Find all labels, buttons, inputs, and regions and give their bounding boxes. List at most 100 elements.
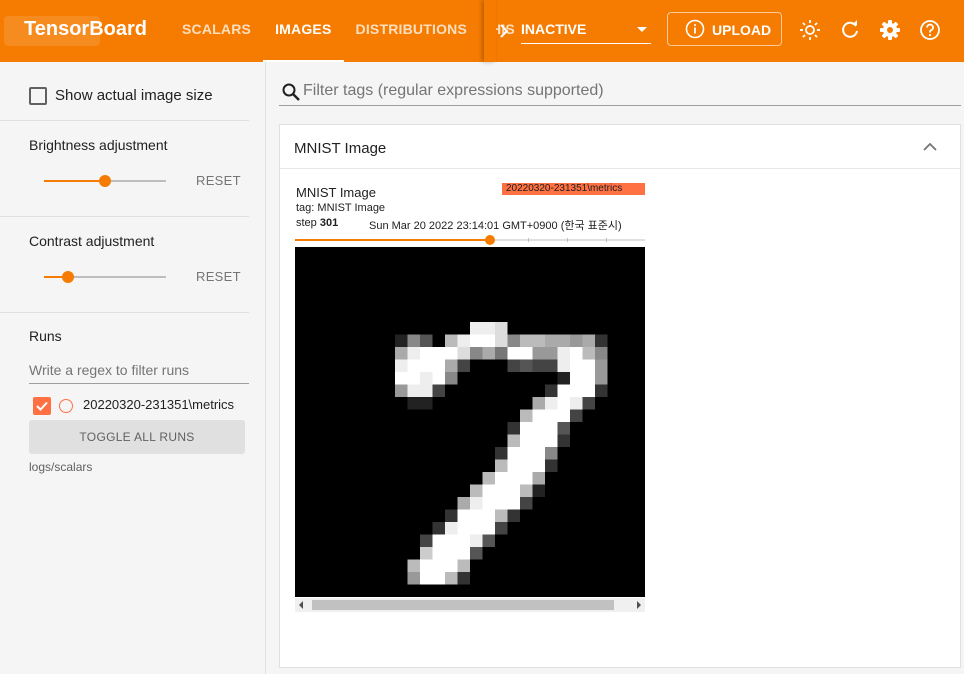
run-color-circle[interactable]	[59, 399, 73, 413]
digit-pixel	[482, 509, 495, 522]
brightness-slider-thumb[interactable]	[99, 175, 111, 187]
tab-scalars[interactable]: SCALARS	[170, 0, 263, 62]
digit-pixel	[532, 334, 545, 347]
contrast-reset-button[interactable]: RESET	[196, 269, 241, 284]
horizontal-scrollbar[interactable]	[295, 598, 645, 612]
digit-pixel	[520, 347, 533, 360]
digit-pixel	[470, 509, 483, 522]
app-title[interactable]: TensorBoard	[24, 18, 147, 41]
digit-pixel	[432, 372, 445, 385]
step-slider-thumb[interactable]	[485, 235, 495, 245]
digit-pixel	[495, 497, 508, 510]
reload-icon[interactable]	[839, 19, 861, 41]
digit-pixel	[495, 347, 508, 360]
digit-pixel	[520, 497, 533, 510]
chevron-up-icon[interactable]	[920, 137, 940, 157]
scroll-left-arrow-icon[interactable]	[299, 601, 303, 609]
contrast-title: Contrast adjustment	[29, 233, 155, 249]
tag-filter-input[interactable]	[303, 78, 953, 104]
digit-pixel	[482, 534, 495, 547]
help-icon[interactable]	[919, 19, 941, 41]
digit-pixel	[457, 572, 470, 585]
digit-pixel	[520, 409, 533, 422]
digit-pixel	[457, 334, 470, 347]
run-label[interactable]: 20220320-231351\metrics	[83, 397, 234, 412]
upload-button[interactable]: UPLOAD	[667, 12, 782, 46]
digit-pixel	[495, 322, 508, 335]
inactive-select-value: INACTIVE	[521, 21, 587, 37]
digit-pixel	[595, 359, 608, 372]
digit-pixel	[520, 334, 533, 347]
card-header[interactable]: MNIST Image	[280, 125, 960, 169]
digit-pixel	[507, 347, 520, 360]
digit-pixel	[395, 372, 408, 385]
digit-pixel	[507, 472, 520, 485]
digit-pixel	[457, 547, 470, 560]
digit-pixel	[470, 497, 483, 510]
brightness-reset-button[interactable]: RESET	[196, 173, 241, 188]
digit-pixel	[507, 497, 520, 510]
show-actual-size-checkbox[interactable]	[29, 87, 47, 105]
digit-pixel	[532, 397, 545, 410]
show-actual-size-label[interactable]: Show actual image size	[55, 87, 213, 104]
runs-filter-input[interactable]	[29, 357, 249, 384]
digit-pixel	[482, 347, 495, 360]
mnist-digit-image	[295, 247, 645, 597]
image-timestamp: Sun Mar 20 2022 23:14:01 GMT+0900 (한국 표준…	[369, 220, 622, 232]
scroll-right-arrow-icon[interactable]	[637, 601, 641, 609]
scrollbar-thumb[interactable]	[312, 600, 614, 610]
digit-pixel	[545, 409, 558, 422]
digit-pixel	[420, 347, 433, 360]
digit-pixel	[420, 334, 433, 347]
tab-images[interactable]: IMAGES	[263, 0, 344, 62]
digit-pixel	[557, 409, 570, 422]
upload-button-label: UPLOAD	[712, 22, 772, 38]
chevron-right-icon[interactable]	[493, 20, 515, 42]
digit-pixel	[545, 347, 558, 360]
plugin-tabs: SCALARS IMAGES DISTRIBUTIONS HIS	[170, 0, 527, 62]
digit-pixel	[495, 509, 508, 522]
digit-pixel	[482, 472, 495, 485]
digit-pixel	[532, 409, 545, 422]
digit-pixel	[395, 384, 408, 397]
digit-pixel	[420, 384, 433, 397]
contrast-slider-thumb[interactable]	[62, 271, 75, 283]
digit-pixel	[457, 534, 470, 547]
digit-pixel	[420, 547, 433, 560]
image-card: MNIST Image 20220320-231351\metrics tag:…	[295, 183, 645, 613]
digit-pixel	[457, 559, 470, 572]
digit-pixel	[482, 322, 495, 335]
digit-pixel	[495, 472, 508, 485]
digit-pixel	[495, 522, 508, 535]
digit-pixel	[582, 384, 595, 397]
theme-toggle-sun-icon[interactable]	[799, 19, 821, 41]
digit-pixel	[532, 434, 545, 447]
step-label: step 301	[296, 217, 338, 229]
digit-pixel	[445, 572, 458, 585]
tab-distributions[interactable]: DISTRIBUTIONS	[344, 0, 480, 62]
toggle-all-runs-button[interactable]: TOGGLE ALL RUNS	[29, 420, 245, 454]
inactive-plugins-select[interactable]: INACTIVE	[521, 14, 651, 44]
digit-pixel	[532, 459, 545, 472]
image-size-section: Show actual image size	[0, 62, 249, 121]
run-checkbox[interactable]	[33, 397, 51, 415]
digit-pixel	[470, 322, 483, 335]
sidebar: Show actual image size Brightness adjust…	[0, 62, 266, 674]
digit-pixel	[557, 359, 570, 372]
digit-pixel	[470, 547, 483, 560]
digit-pixel	[432, 547, 445, 560]
digit-pixel	[420, 372, 433, 385]
settings-gear-icon[interactable]	[879, 19, 901, 41]
digit-pixel	[470, 347, 483, 360]
step-text: step	[296, 217, 317, 229]
digit-pixel	[582, 359, 595, 372]
digit-pixel	[557, 434, 570, 447]
digit-pixel	[457, 509, 470, 522]
dropdown-caret-icon	[637, 27, 647, 32]
digit-pixel	[432, 559, 445, 572]
digit-pixel	[520, 447, 533, 460]
digit-pixel	[532, 422, 545, 435]
digit-pixel	[570, 409, 583, 422]
digit-pixel	[520, 484, 533, 497]
digit-pixel	[445, 372, 458, 385]
